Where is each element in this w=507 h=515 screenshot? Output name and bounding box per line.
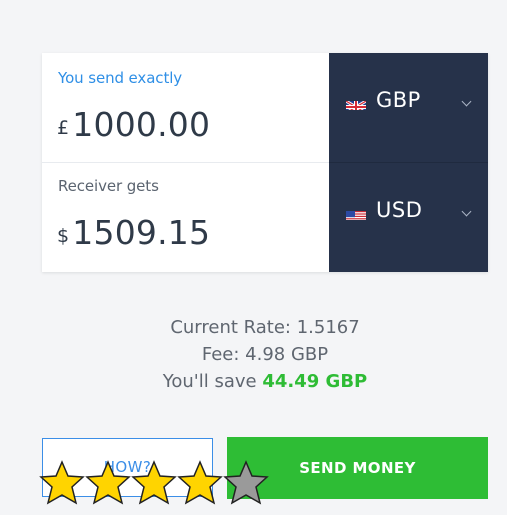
currency-converter-card: You send exactly £1000.00 GBP Receiver g… <box>42 53 488 272</box>
current-rate-text: Current Rate: 1.5167 <box>170 317 360 338</box>
transfer-calculator-page: You send exactly £1000.00 GBP Receiver g… <box>0 0 507 515</box>
receive-label: Receiver gets <box>58 177 159 195</box>
send-amount[interactable]: £1000.00 <box>57 105 210 144</box>
send-amount-field[interactable]: You send exactly £1000.00 <box>42 53 329 162</box>
chevron-down-icon <box>461 96 472 107</box>
send-label: You send exactly <box>58 69 183 87</box>
receive-row: Receiver gets $1509.15 USD <box>42 163 488 272</box>
how-button[interactable]: HOW? <box>42 438 213 497</box>
send-amount-value[interactable]: 1000.00 <box>72 105 210 144</box>
uk-flag-icon <box>346 98 366 110</box>
send-money-button[interactable]: SEND MONEY <box>227 437 488 499</box>
fee-text: Fee: 4.98 GBP <box>201 344 329 365</box>
receive-currency-dropdown[interactable]: USD <box>329 163 488 272</box>
send-row: You send exactly £1000.00 GBP <box>42 53 488 162</box>
send-currency-dropdown[interactable]: GBP <box>329 53 488 162</box>
us-flag-icon <box>346 208 366 220</box>
dollar-symbol: $ <box>57 225 70 247</box>
pound-symbol: £ <box>57 117 70 139</box>
receive-currency-code: USD <box>376 198 423 222</box>
savings-line: You'll save 44.49 GBP <box>97 368 433 395</box>
savings-prefix: You'll save <box>162 371 257 392</box>
send-currency-code: GBP <box>376 88 421 112</box>
savings-value: 44.49 GBP <box>262 371 368 392</box>
receive-amount[interactable]: $1509.15 <box>57 213 210 252</box>
receive-amount-field[interactable]: Receiver gets $1509.15 <box>42 163 329 272</box>
chevron-down-icon <box>461 206 472 217</box>
transfer-summary: Current Rate: 1.5167 Fee: 4.98 GBP You'l… <box>97 314 433 395</box>
receive-amount-value[interactable]: 1509.15 <box>72 213 210 252</box>
